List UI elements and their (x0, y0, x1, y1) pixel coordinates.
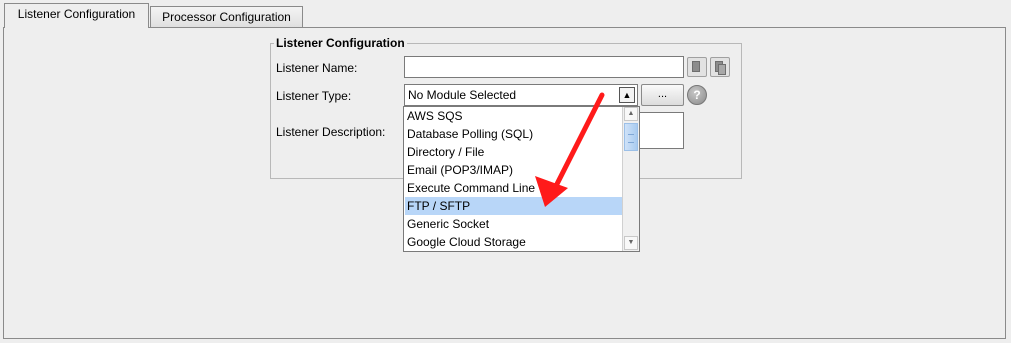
listener-name-input[interactable] (404, 56, 684, 78)
tab-strip: Listener Configuration Processor Configu… (0, 0, 1011, 28)
listener-description-label: Listener Description: (276, 125, 386, 139)
list-item[interactable]: Generic Socket (405, 215, 623, 233)
dropdown-scrollbar[interactable]: ▲ ▼ (622, 107, 639, 251)
listener-type-value: No Module Selected (408, 88, 517, 102)
list-item[interactable]: FTP / SFTP (405, 197, 623, 215)
browse-button[interactable]: ... (641, 84, 684, 106)
list-item[interactable]: Email (POP3/IMAP) (405, 161, 623, 179)
group-title: Listener Configuration (276, 36, 405, 50)
listener-type-label: Listener Type: (276, 89, 352, 103)
chevron-up-icon[interactable]: ▲ (619, 87, 635, 103)
listener-name-label: Listener Name: (276, 61, 358, 75)
listener-type-combo[interactable]: No Module Selected ▲ (404, 84, 638, 106)
list-item[interactable]: AWS SQS (405, 107, 623, 125)
listener-type-dropdown[interactable]: AWS SQS Database Polling (SQL) Directory… (403, 106, 640, 252)
tab-listener-configuration[interactable]: Listener Configuration (4, 3, 149, 28)
list-item[interactable]: Google Cloud Storage (405, 233, 623, 251)
duplicate-icon[interactable] (710, 57, 730, 77)
scroll-up-icon[interactable]: ▲ (624, 107, 638, 121)
scroll-down-icon[interactable]: ▼ (624, 236, 638, 250)
tab-processor-configuration[interactable]: Processor Configuration (150, 6, 303, 28)
list-item[interactable]: Database Polling (SQL) (405, 125, 623, 143)
help-icon[interactable]: ? (687, 85, 707, 105)
list-item[interactable]: Directory / File (405, 143, 623, 161)
copy-icon[interactable] (687, 57, 707, 77)
list-item[interactable]: Execute Command Line (405, 179, 623, 197)
scroll-thumb[interactable] (624, 123, 638, 151)
